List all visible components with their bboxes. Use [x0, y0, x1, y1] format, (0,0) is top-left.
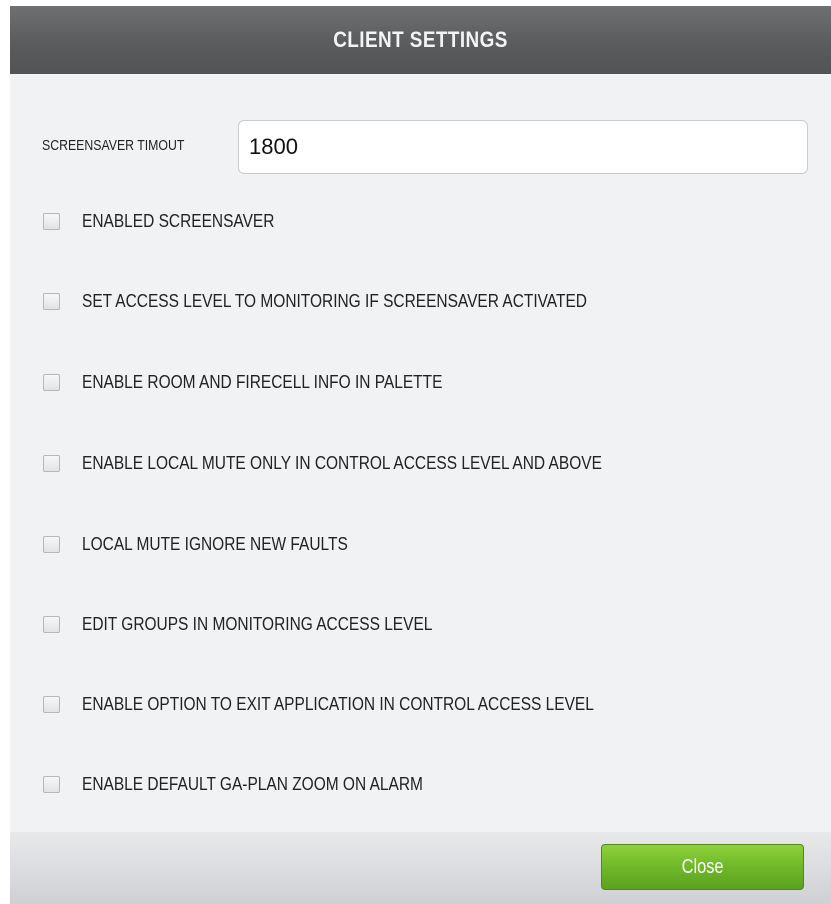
dialog-title: CLIENT SETTINGS: [333, 27, 508, 52]
screensaver-timeout-label: SCREENSAVER TIMOUT: [42, 137, 185, 154]
option-label: ENABLE ROOM AND FIRECELL INFO IN PALETTE: [82, 371, 443, 392]
close-button-label: Close: [681, 855, 724, 878]
option-default-ga-plan-zoom[interactable]: ENABLE DEFAULT GA-PLAN ZOOM ON ALARM: [43, 772, 478, 796]
option-label: ENABLE LOCAL MUTE ONLY IN CONTROL ACCESS…: [82, 452, 602, 473]
screensaver-timeout-row: SCREENSAVER TIMOUT: [10, 120, 831, 176]
checkbox[interactable]: [43, 535, 60, 553]
option-label: ENABLE DEFAULT GA-PLAN ZOOM ON ALARM: [82, 773, 423, 794]
option-label: LOCAL MUTE IGNORE NEW FAULTS: [82, 533, 348, 554]
option-label: ENABLE OPTION TO EXIT APPLICATION IN CON…: [82, 693, 594, 714]
checkbox[interactable]: [43, 454, 60, 472]
option-enable-local-mute-control[interactable]: ENABLE LOCAL MUTE ONLY IN CONTROL ACCESS…: [43, 451, 687, 475]
screensaver-timeout-input[interactable]: [238, 120, 808, 174]
option-enable-room-firecell-info[interactable]: ENABLE ROOM AND FIRECELL INFO IN PALETTE: [43, 370, 501, 394]
dialog-footer: Close: [10, 832, 831, 904]
option-local-mute-ignore-faults[interactable]: LOCAL MUTE IGNORE NEW FAULTS: [43, 532, 391, 556]
option-edit-groups-monitoring[interactable]: EDIT GROUPS IN MONITORING ACCESS LEVEL: [43, 612, 489, 636]
option-set-access-level-monitoring[interactable]: SET ACCESS LEVEL TO MONITORING IF SCREEN…: [43, 289, 669, 313]
dialog-body: SCREENSAVER TIMOUT ENABLED SCREENSAVER S…: [10, 74, 831, 832]
option-exit-application-control[interactable]: ENABLE OPTION TO EXIT APPLICATION IN CON…: [43, 692, 677, 716]
checkbox[interactable]: [43, 775, 60, 793]
option-label: SET ACCESS LEVEL TO MONITORING IF SCREEN…: [82, 290, 587, 311]
checkbox[interactable]: [43, 695, 60, 713]
dialog-header: CLIENT SETTINGS: [10, 6, 831, 74]
checkbox[interactable]: [43, 615, 60, 633]
close-button[interactable]: Close: [601, 844, 804, 890]
option-enabled-screensaver[interactable]: ENABLED SCREENSAVER: [43, 209, 306, 233]
checkbox[interactable]: [43, 292, 60, 310]
checkbox[interactable]: [43, 373, 60, 391]
option-label: ENABLED SCREENSAVER: [82, 210, 275, 231]
option-label: EDIT GROUPS IN MONITORING ACCESS LEVEL: [82, 613, 433, 634]
client-settings-dialog: CLIENT SETTINGS SCREENSAVER TIMOUT ENABL…: [10, 6, 831, 904]
checkbox[interactable]: [43, 212, 60, 230]
